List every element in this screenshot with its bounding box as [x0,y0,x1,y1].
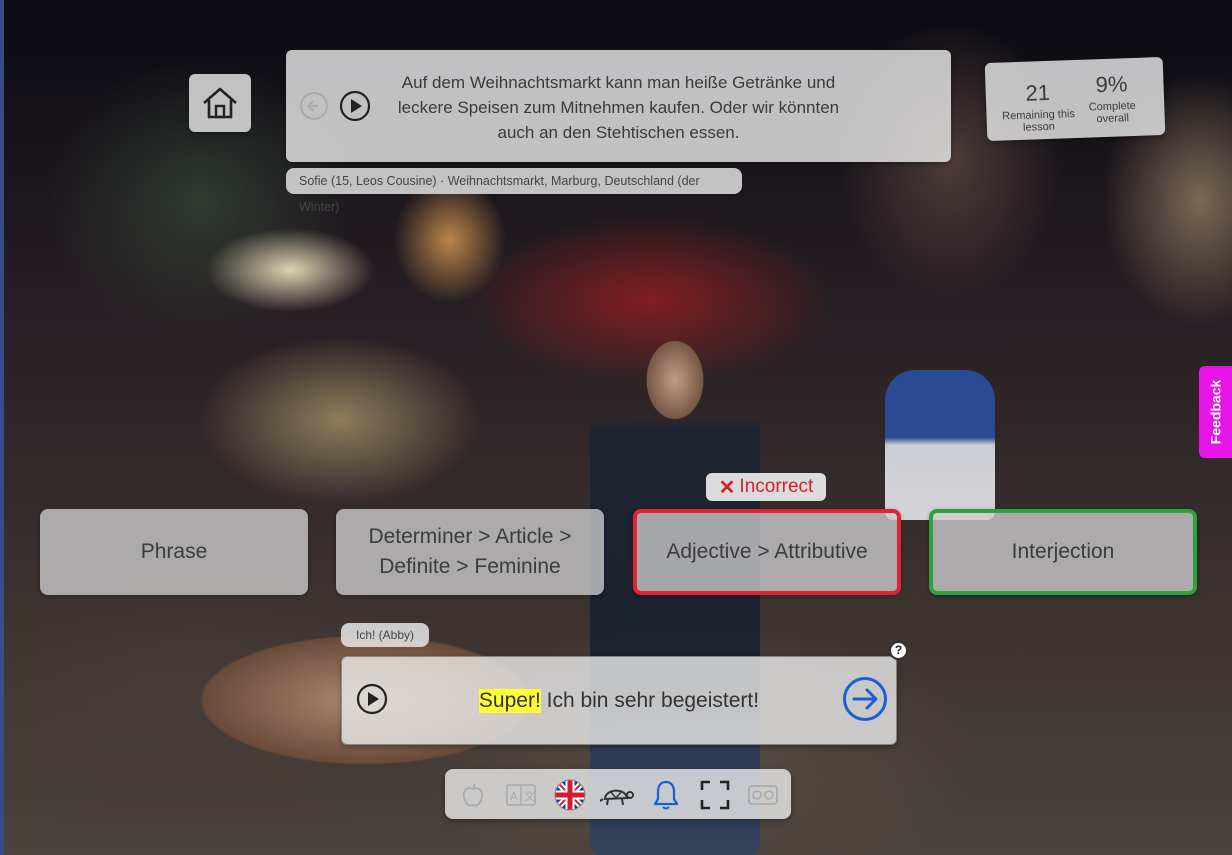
help-icon[interactable]: ? [889,641,908,660]
home-icon [203,87,237,119]
incorrect-badge: ✕ Incorrect [706,473,826,501]
turtle-icon[interactable] [600,778,634,812]
remaining-value: 21 [1025,79,1051,106]
incorrect-label: Incorrect [739,476,814,497]
uk-flag-icon[interactable] [553,778,587,812]
bottom-toolbar: A文 [445,769,791,819]
remaining-label: Remaining this lesson [1001,108,1076,134]
feedback-tab[interactable]: Feedback [1199,366,1232,458]
home-button[interactable] [189,74,251,132]
close-icon: ✕ [718,476,736,499]
feedback-label: Feedback [1207,379,1224,445]
dialog-panel: Auf dem Weihnachtsmarkt kann man heiße G… [286,50,951,162]
reply-rest: Ich bin sehr begeistert! [540,688,760,712]
choice-button-phrase[interactable]: Phrase [40,509,308,595]
apple-icon[interactable] [456,778,490,812]
complete-label: Complete overall [1088,99,1137,126]
svg-text:文: 文 [524,789,535,803]
speaker-caption: Sofie (15, Leos Cousine) · Weihnachtsmar… [286,168,742,214]
svg-text:A: A [510,790,518,803]
choice-button-interjection[interactable]: Interjection [929,509,1197,595]
window-edge [0,0,4,855]
next-arrow-icon[interactable] [842,676,888,722]
play-audio-icon[interactable] [339,90,371,122]
choice-button-determiner[interactable]: Determiner > Article > Definite > Femini… [336,509,604,595]
highlighted-word: Super! [478,688,541,713]
previous-icon[interactable] [299,91,329,121]
progress-stats: 21 Remaining this lesson 9% Complete ove… [984,56,1166,142]
reply-text: Super! Ich bin sehr begeistert! [402,657,836,744]
reply-speaker-tag: Ich! (Abby) [341,623,429,647]
choice-button-adjective[interactable]: Adjective > Attributive [633,509,901,595]
remaining-stat: 21 Remaining this lesson [997,80,1079,135]
reply-panel: Super! Ich bin sehr begeistert! [341,656,897,745]
complete-value: 9% [1095,71,1128,98]
play-audio-icon[interactable] [356,683,388,715]
fullscreen-icon[interactable] [698,778,732,812]
bell-icon[interactable] [649,778,683,812]
complete-stat: 9% Complete overall [1071,71,1153,126]
bystander-image [885,370,995,520]
vr-headset-icon[interactable] [746,778,780,812]
dialog-text: Auf dem Weihnachtsmarkt kann man heiße G… [397,73,840,142]
translate-icon[interactable]: A文 [504,778,538,812]
